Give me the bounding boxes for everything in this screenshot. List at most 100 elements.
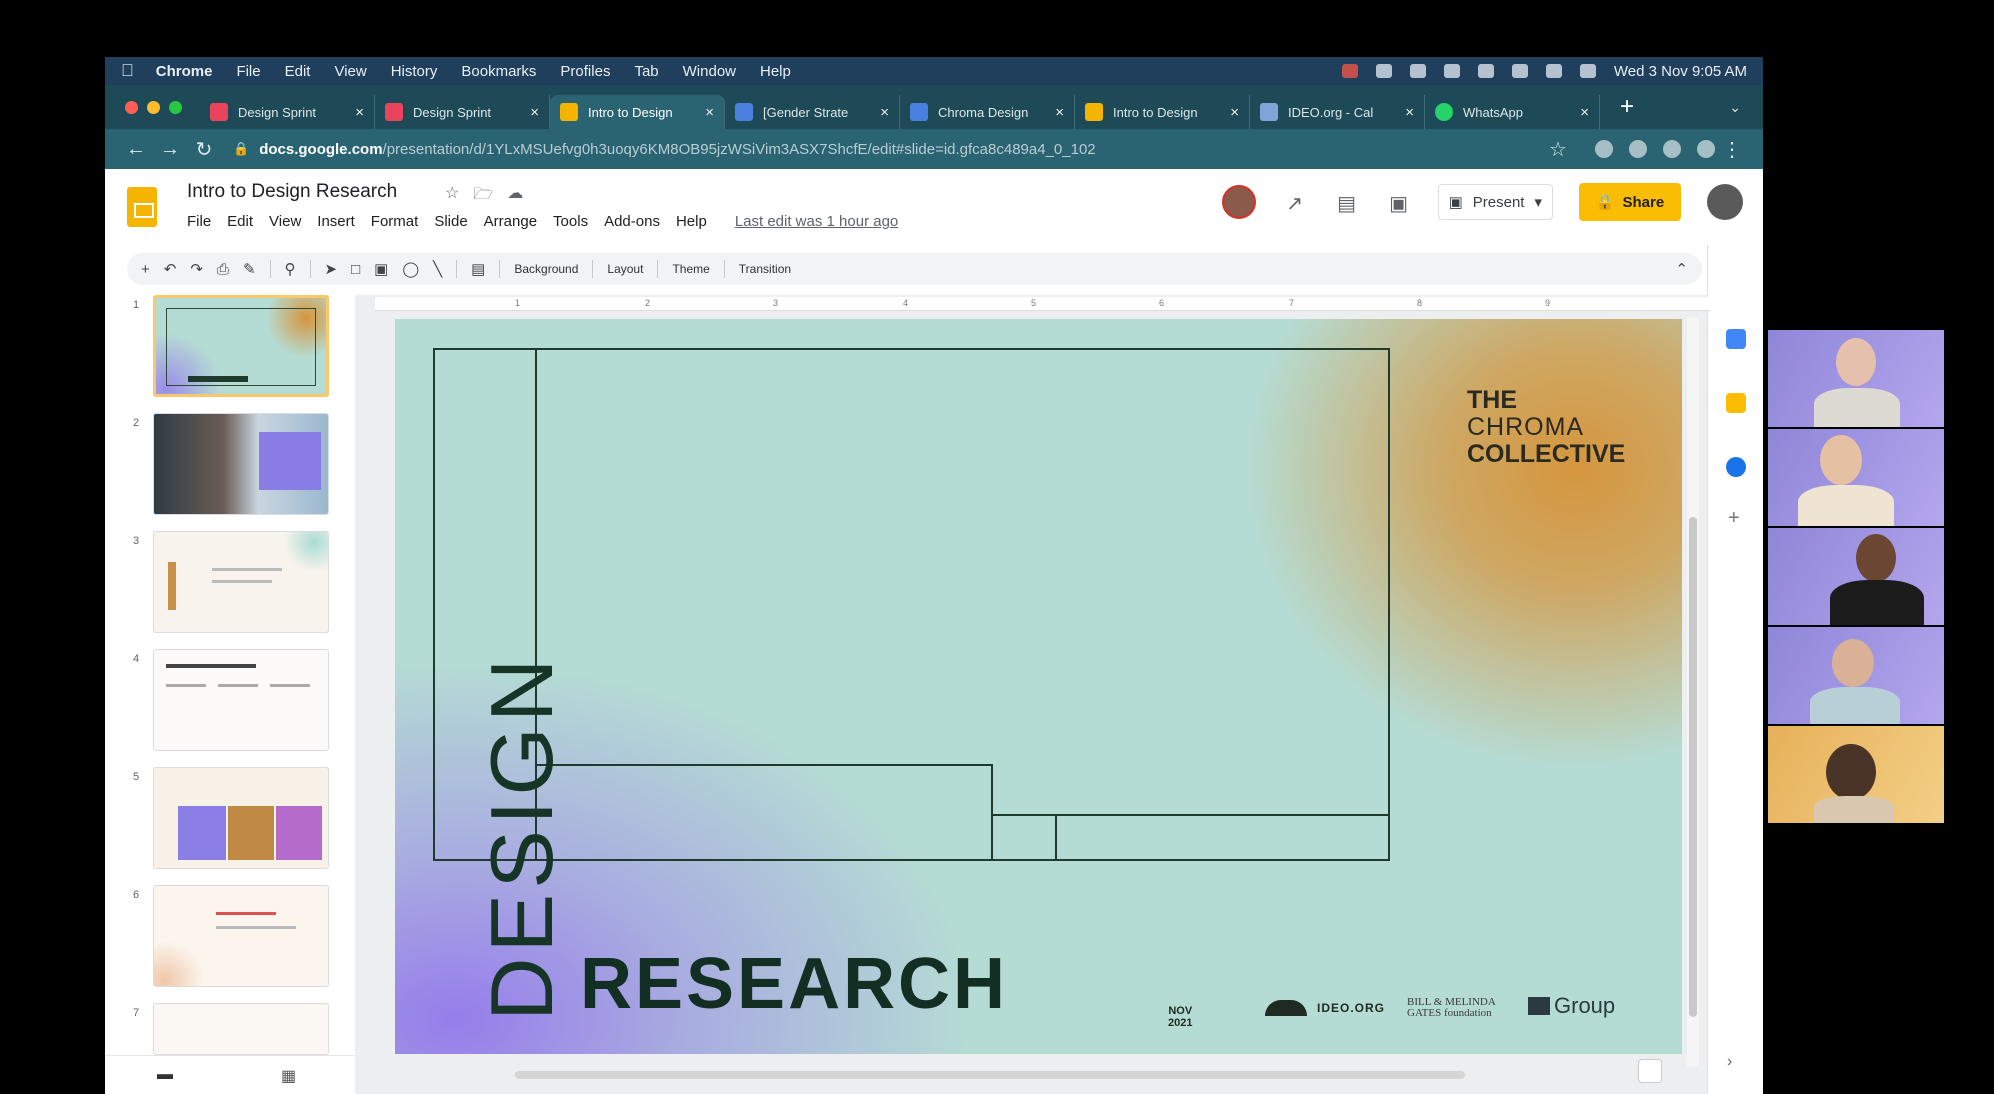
document-title[interactable]: Intro to Design Research bbox=[187, 181, 397, 203]
activity-trend-icon[interactable]: ↗ bbox=[1282, 191, 1308, 215]
meet-present-icon[interactable]: ▣ bbox=[1386, 191, 1412, 215]
bookmark-star-icon[interactable]: ☆ bbox=[1541, 137, 1575, 162]
chroma-collective-wordmark[interactable]: THE CHROMA COLLECTIVE bbox=[1467, 387, 1625, 468]
menu-tools[interactable]: Tools bbox=[553, 213, 588, 230]
gates-foundation-logo[interactable]: BILL & MELINDA GATES foundation bbox=[1407, 997, 1496, 1019]
slide-word-design[interactable]: DESIGN bbox=[471, 654, 573, 1021]
browser-tab[interactable]: [Gender Strate × bbox=[725, 95, 900, 129]
group-logo[interactable]: Group bbox=[1528, 993, 1615, 1019]
close-tab-icon[interactable]: × bbox=[1580, 104, 1589, 121]
paint-format-icon[interactable]: ✎ bbox=[243, 260, 256, 278]
participant-tile[interactable] bbox=[1768, 627, 1944, 724]
menubar-window[interactable]: Window bbox=[683, 63, 736, 80]
menu-file[interactable]: File bbox=[187, 213, 211, 230]
control-center-icon[interactable] bbox=[1545, 64, 1562, 78]
menubar-view[interactable]: View bbox=[334, 63, 366, 80]
slide-thumb-preview[interactable] bbox=[153, 413, 329, 515]
menu-view[interactable]: View bbox=[269, 213, 301, 230]
battery-icon[interactable] bbox=[1443, 64, 1460, 78]
close-tab-icon[interactable]: × bbox=[355, 104, 364, 121]
menu-edit[interactable]: Edit bbox=[227, 213, 253, 230]
close-window-button[interactable] bbox=[125, 100, 138, 114]
menu-arrange[interactable]: Arrange bbox=[484, 213, 537, 230]
slide-word-research[interactable]: RESEARCH bbox=[580, 943, 1008, 1025]
slide-thumbnail[interactable]: 3 bbox=[105, 531, 355, 641]
extensions-puzzle-icon[interactable] bbox=[1663, 140, 1681, 158]
browser-menu-icon[interactable]: ⋮ bbox=[1715, 137, 1749, 162]
shape-icon[interactable]: ◯ bbox=[402, 260, 419, 278]
minimize-window-button[interactable] bbox=[147, 100, 160, 114]
keep-icon[interactable] bbox=[1726, 393, 1746, 413]
close-tab-icon[interactable]: × bbox=[1055, 104, 1064, 121]
side-panel-toggle-chevron-icon[interactable]: › bbox=[1727, 1053, 1732, 1071]
browser-tab-active[interactable]: Intro to Design × bbox=[550, 95, 725, 129]
browser-tab[interactable]: Design Sprint × bbox=[200, 95, 375, 129]
calendar-icon[interactable] bbox=[1726, 329, 1746, 349]
share-button[interactable]: 🔒 Share bbox=[1579, 183, 1681, 221]
tasks-icon[interactable] bbox=[1726, 457, 1746, 477]
collapse-toolbar-chevron-icon[interactable]: ⌃ bbox=[1675, 260, 1688, 278]
menubar-history[interactable]: History bbox=[391, 63, 438, 80]
participant-tile[interactable] bbox=[1768, 726, 1944, 823]
present-dropdown-icon[interactable]: ▾ bbox=[1534, 193, 1542, 211]
close-tab-icon[interactable]: × bbox=[880, 104, 889, 121]
back-arrow-icon[interactable]: ← bbox=[119, 138, 153, 161]
close-tab-icon[interactable]: × bbox=[1230, 104, 1239, 121]
slide-thumbnail[interactable]: 4 bbox=[105, 649, 355, 759]
line-icon[interactable]: ╲ bbox=[433, 260, 442, 278]
select-cursor-icon[interactable]: ➤ bbox=[325, 260, 338, 278]
transition-button[interactable]: Transition bbox=[739, 262, 791, 276]
menubar-clock[interactable]: Wed 3 Nov 9:05 AM bbox=[1614, 63, 1747, 80]
browser-tab[interactable]: Intro to Design × bbox=[1075, 95, 1250, 129]
zoom-icon[interactable]: ⚲ bbox=[285, 260, 296, 278]
slide-thumbnail[interactable]: 1 bbox=[105, 295, 355, 405]
menu-insert[interactable]: Insert bbox=[317, 213, 355, 230]
participant-tile[interactable] bbox=[1768, 528, 1944, 625]
slide-thumbnail[interactable]: 5 bbox=[105, 767, 355, 877]
profile-icon[interactable] bbox=[1697, 140, 1715, 158]
menubar-edit[interactable]: Edit bbox=[285, 63, 311, 80]
slide-thumbnail[interactable]: 2 bbox=[105, 413, 355, 523]
slide-canvas[interactable]: DESIGN RESEARCH THE CHROMA COLLECTIVE NO… bbox=[395, 319, 1682, 1054]
menu-format[interactable]: Format bbox=[371, 213, 419, 230]
browser-tab[interactable]: Design Sprint × bbox=[375, 95, 550, 129]
account-avatar[interactable] bbox=[1707, 184, 1743, 220]
slides-logo-icon[interactable] bbox=[127, 187, 157, 227]
theme-button[interactable]: Theme bbox=[672, 262, 709, 276]
extension-icon[interactable] bbox=[1595, 140, 1613, 158]
siri-icon[interactable] bbox=[1579, 64, 1596, 78]
zoom-window-button[interactable] bbox=[169, 100, 182, 114]
extension-icon[interactable] bbox=[1629, 140, 1647, 158]
last-edit-link[interactable]: Last edit was 1 hour ago bbox=[735, 213, 898, 230]
cloud-saved-icon[interactable]: ☁ bbox=[507, 183, 523, 210]
menu-help[interactable]: Help bbox=[676, 213, 707, 230]
slide-date[interactable]: NOV 2021 bbox=[1168, 1005, 1192, 1029]
slide-thumb-preview[interactable] bbox=[153, 295, 329, 397]
horizontal-scrollbar-thumb[interactable] bbox=[515, 1071, 1465, 1079]
menubar-help[interactable]: Help bbox=[760, 63, 791, 80]
new-slide-icon[interactable]: + bbox=[141, 261, 150, 278]
participant-tile[interactable] bbox=[1768, 330, 1944, 427]
slide-thumb-preview[interactable] bbox=[153, 649, 329, 751]
slide-thumb-preview[interactable] bbox=[153, 531, 329, 633]
slide-thumb-preview[interactable] bbox=[153, 767, 329, 869]
image-icon[interactable]: ▣ bbox=[374, 260, 388, 278]
menubar-app-name[interactable]: Chrome bbox=[156, 63, 213, 80]
collaborator-avatar[interactable] bbox=[1221, 185, 1256, 219]
close-tab-icon[interactable]: × bbox=[705, 104, 714, 121]
close-tab-icon[interactable]: × bbox=[1405, 104, 1414, 121]
grid-view-icon[interactable]: ▦ bbox=[281, 1066, 296, 1086]
vertical-scrollbar-thumb[interactable] bbox=[1689, 517, 1697, 1017]
reload-icon[interactable]: ↻ bbox=[187, 137, 221, 162]
participant-tile[interactable] bbox=[1768, 429, 1944, 526]
browser-tab[interactable]: IDEO.org - Cal × bbox=[1250, 95, 1425, 129]
close-tab-icon[interactable]: × bbox=[530, 104, 539, 121]
wifi-icon[interactable] bbox=[1477, 64, 1494, 78]
present-button[interactable]: ▣ Present ▾ bbox=[1437, 184, 1553, 220]
comments-icon[interactable]: ▤ bbox=[1334, 191, 1360, 215]
textbox-icon[interactable]: □ bbox=[351, 261, 360, 278]
browser-tab[interactable]: Chroma Design × bbox=[900, 95, 1075, 129]
menu-slide[interactable]: Slide bbox=[434, 213, 467, 230]
undo-icon[interactable]: ↶ bbox=[164, 260, 177, 278]
horizontal-ruler[interactable]: 1 2 3 4 5 6 7 8 9 bbox=[375, 297, 1710, 311]
